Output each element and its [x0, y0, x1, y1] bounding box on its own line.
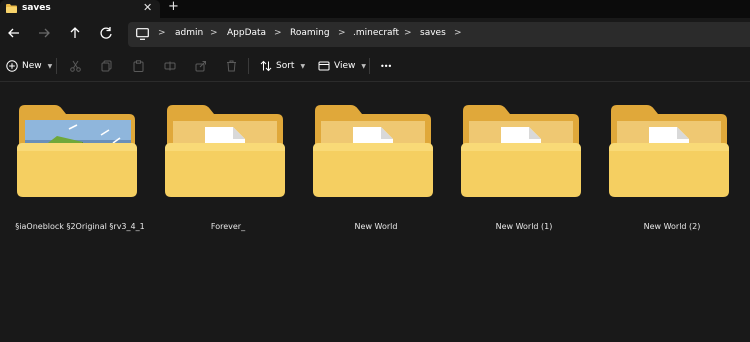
plus-circle-icon [6, 60, 18, 72]
folder-item[interactable]: Forever_ [153, 103, 285, 243]
divider [248, 58, 249, 74]
paste-icon[interactable] [133, 59, 144, 73]
more-options-icon: ••• [380, 61, 392, 71]
delete-icon[interactable] [226, 59, 237, 73]
folder-icon [461, 103, 581, 199]
refresh-icon[interactable] [98, 25, 114, 41]
view-label: View [334, 61, 356, 71]
this-pc-icon[interactable] [136, 28, 149, 40]
tab-saves[interactable]: saves ✕ [0, 0, 160, 18]
tab-title: saves [22, 3, 51, 13]
back-arrow-icon[interactable] [6, 25, 22, 41]
divider [56, 58, 57, 74]
sort-icon [260, 60, 272, 72]
folder-name: New World [354, 222, 398, 231]
new-label: New [22, 61, 42, 71]
sort-button[interactable]: Sort ▼ [260, 59, 305, 73]
sort-label: Sort [276, 61, 295, 71]
new-tab-button[interactable]: + [168, 0, 179, 14]
folder-name: Forever_ [210, 222, 246, 231]
chevron-down-icon: ▼ [47, 62, 53, 70]
folder-icon [17, 103, 137, 199]
breadcrumb-item-saves[interactable]: saves [420, 28, 446, 38]
navigation-bar: > admin > AppData > Roaming > .minecraft… [0, 18, 750, 50]
folder-icon [313, 103, 433, 199]
command-bar: New ▼ Sort ▼ View ▼ ••• [0, 50, 750, 82]
folder-icon [609, 103, 729, 199]
breadcrumb-chevron-icon[interactable]: > [338, 28, 346, 38]
close-tab-icon[interactable]: ✕ [143, 1, 152, 14]
tab-strip: saves ✕ + [0, 0, 750, 18]
folder-item[interactable]: §iaOneblock §2Original §rv3_4_1 [5, 103, 145, 243]
chevron-down-icon: ▼ [361, 62, 366, 70]
folder-icon [6, 4, 17, 13]
divider [369, 58, 370, 74]
address-bar[interactable]: > admin > AppData > Roaming > .minecraft… [128, 22, 750, 47]
cut-icon[interactable] [70, 59, 81, 73]
folder-item[interactable]: New World (2) [597, 103, 729, 243]
folder-icon [165, 103, 285, 199]
up-arrow-icon[interactable] [67, 25, 83, 41]
breadcrumb-item-admin[interactable]: admin [175, 28, 203, 38]
breadcrumb-chevron-icon[interactable]: > [158, 28, 166, 38]
view-button[interactable]: View ▼ [318, 59, 366, 73]
folder-item[interactable]: New World (1) [449, 103, 581, 243]
folder-item[interactable]: New World [301, 103, 433, 243]
folder-name: New World (2) [643, 222, 701, 231]
folder-name: New World (1) [495, 222, 553, 231]
breadcrumb-item-minecraft[interactable]: .minecraft [353, 28, 399, 38]
view-icon [318, 60, 330, 72]
breadcrumb-item-roaming[interactable]: Roaming [290, 28, 330, 38]
file-list: §iaOneblock §2Original §rv3_4_1 Forever_ [0, 83, 750, 342]
more-options-button[interactable]: ••• [380, 59, 392, 73]
new-button[interactable]: New ▼ [6, 59, 52, 73]
breadcrumb-chevron-icon[interactable]: > [210, 28, 218, 38]
copy-icon[interactable] [101, 59, 112, 73]
forward-arrow-icon[interactable] [36, 25, 52, 41]
breadcrumb-chevron-icon[interactable]: > [274, 28, 282, 38]
breadcrumb-chevron-icon[interactable]: > [404, 28, 412, 38]
rename-icon[interactable] [164, 59, 176, 73]
breadcrumb-chevron-icon[interactable]: > [454, 28, 462, 38]
folder-name: §iaOneblock §2Original §rv3_4_1 [15, 222, 145, 231]
breadcrumb-item-appdata[interactable]: AppData [227, 28, 266, 38]
share-icon[interactable] [195, 59, 207, 73]
chevron-down-icon: ▼ [300, 62, 306, 70]
